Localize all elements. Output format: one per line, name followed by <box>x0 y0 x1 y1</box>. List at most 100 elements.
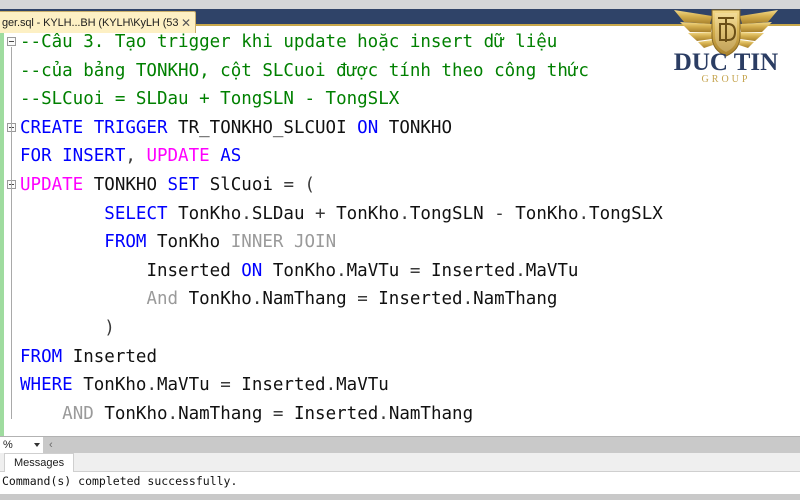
code-token: TonKho <box>515 203 579 224</box>
code-token: Inserted <box>146 260 242 281</box>
code-token: . <box>515 260 526 281</box>
code-token: INNER JOIN <box>230 232 337 253</box>
code-token: . <box>241 203 252 224</box>
code-token: TR_TONKHO_SLCUOI <box>178 117 358 138</box>
code-token: SELECT <box>104 203 179 224</box>
code-token: UPDATE <box>146 146 221 167</box>
code-token: ON <box>357 117 389 138</box>
sql-editor[interactable]: --Câu 3. Tạo trigger khi update hoặc ins… <box>0 26 800 436</box>
code-token: . <box>146 375 157 396</box>
zoom-percent-dropdown[interactable]: % <box>0 436 44 454</box>
code-line: --SLCuoi = SLDau + TongSLN - TongSLX <box>20 85 800 114</box>
code-token: TonKho <box>272 260 337 281</box>
tab-messages[interactable]: Messages <box>4 453 75 472</box>
code-token: = <box>357 289 379 310</box>
window-top-strip <box>0 0 800 9</box>
code-token: TONKHO <box>93 174 168 195</box>
code-token: AS <box>220 146 242 167</box>
fold-guide-line <box>11 190 12 419</box>
tab-messages-label: Messages <box>14 457 65 469</box>
code-token: = <box>220 375 242 396</box>
code-line: UPDATE TONKHO SET SlCuoi = ( <box>20 171 800 200</box>
code-token: . <box>399 203 410 224</box>
code-line: And TonKho.NamThang = Inserted.NamThang <box>20 285 800 314</box>
code-line: FOR INSERT, UPDATE AS <box>20 142 800 171</box>
fold-guide-line <box>11 47 12 133</box>
code-token: = <box>409 260 431 281</box>
code-line: FROM TonKho INNER JOIN <box>20 228 800 257</box>
messages-output[interactable]: Command(s) completed successfully. <box>0 472 800 494</box>
code-line: ) <box>20 314 800 343</box>
code-token: NamThang <box>262 289 358 310</box>
tab-title-label: ger.sql - KYLH...BH (KYLH\KyLH (53)) <box>2 16 178 29</box>
code-token: UPDATE <box>20 174 94 195</box>
code-token: FROM <box>104 232 157 253</box>
code-line: AND TonKho.NamThang = Inserted.NamThang <box>20 400 800 429</box>
code-token: TonKho <box>156 232 231 253</box>
sql-code-text[interactable]: --Câu 3. Tạo trigger khi update hoặc ins… <box>20 28 800 428</box>
code-line: --của bảng TONKHO, cột SLCuoi được tính … <box>20 57 800 86</box>
code-token: SLDau <box>251 203 316 224</box>
code-token: ) <box>20 317 115 338</box>
results-tabstrip: Messages <box>0 453 800 472</box>
code-token: NamThang <box>388 403 474 424</box>
code-token: MaVTu <box>156 375 221 396</box>
code-line: WHERE TonKho.MaVTu = Inserted.MaVTu <box>20 371 800 400</box>
scroll-left-icon[interactable]: ‹ <box>44 439 58 451</box>
code-line: Inserted ON TonKho.MaVTu = Inserted.MaVT… <box>20 257 800 286</box>
code-token: SET <box>167 174 210 195</box>
code-token: + <box>315 203 337 224</box>
code-token: TongSLX <box>589 203 663 224</box>
results-pane: Messages Command(s) completed successful… <box>0 453 800 500</box>
code-token: , <box>125 146 147 167</box>
code-token: NamThang <box>178 403 273 424</box>
code-token: --của bảng TONKHO, cột SLCuoi được tính … <box>20 60 589 81</box>
code-token: MaVTu <box>346 260 410 281</box>
code-token: TonKho <box>178 203 242 224</box>
code-token: . <box>462 289 474 310</box>
code-token: . <box>251 289 263 310</box>
code-token: ON <box>241 260 273 281</box>
fold-guide-line <box>11 132 12 190</box>
code-token: NamThang <box>473 289 558 310</box>
code-token: FOR INSERT <box>20 146 126 167</box>
code-token: . <box>336 260 347 281</box>
code-token: Inserted <box>293 403 379 424</box>
code-token: Inserted <box>378 289 463 310</box>
code-token: TonKho <box>188 289 252 310</box>
code-token: And <box>146 289 189 310</box>
tab-sql-document[interactable]: ger.sql - KYLH...BH (KYLH\KyLH (53)) ✕ <box>0 11 196 33</box>
code-line: SELECT TonKho.SLDau + TonKho.TongSLN - T… <box>20 200 800 229</box>
code-token: . <box>167 403 179 424</box>
fold-toggle-icon[interactable] <box>7 37 16 46</box>
close-icon[interactable]: ✕ <box>181 17 191 29</box>
chevron-down-icon[interactable] <box>34 443 40 447</box>
code-token: TonKho <box>336 203 400 224</box>
code-token: CREATE TRIGGER <box>20 117 179 138</box>
editor-zoom-bar[interactable]: % ‹ <box>0 436 800 454</box>
code-token: TonKho <box>104 403 168 424</box>
code-token: = <box>272 403 294 424</box>
zoom-percent-label: % <box>3 439 13 451</box>
code-token: MaVTu <box>525 260 579 281</box>
code-token: FROM <box>20 346 73 367</box>
code-token: . <box>578 203 590 224</box>
code-token: MaVTu <box>336 375 389 396</box>
bottom-strip <box>0 494 800 500</box>
editor-fold-gutter[interactable] <box>4 26 20 436</box>
code-token: WHERE <box>20 375 84 396</box>
document-tab-bar: ger.sql - KYLH...BH (KYLH\KyLH (53)) ✕ <box>0 11 200 33</box>
code-token: Inserted <box>241 375 326 396</box>
code-token: TongSLN <box>409 203 495 224</box>
message-text: Command(s) completed successfully. <box>2 474 238 488</box>
code-token: - <box>494 203 516 224</box>
code-token: AND <box>62 403 105 424</box>
horizontal-scroll-track[interactable] <box>57 436 800 454</box>
code-token: --SLCuoi = SLDau + TongSLN - TongSLX <box>20 89 400 110</box>
code-line: CREATE TRIGGER TR_TONKHO_SLCUOI ON TONKH… <box>20 114 800 143</box>
code-token: . <box>325 375 337 396</box>
